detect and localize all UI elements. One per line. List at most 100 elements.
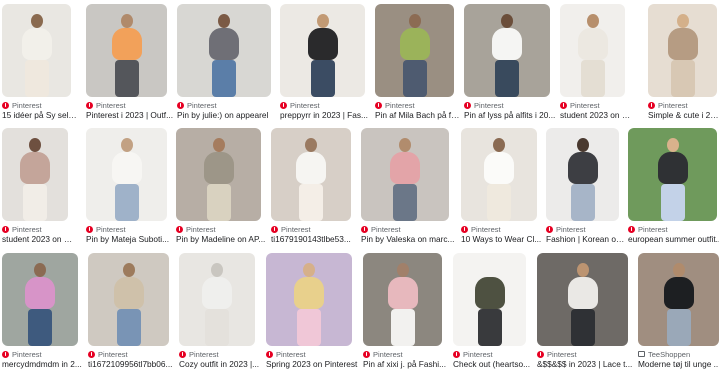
image-result-card[interactable]: Pinterest Pin by julie:) on appearel xyxy=(177,4,271,127)
person-bottom-shape xyxy=(495,60,519,97)
image-result-card[interactable]: Pinterest &$$&$$ in 2023 | Lace t... xyxy=(537,253,632,376)
result-title[interactable]: Fashion | Korean ou... xyxy=(546,234,625,245)
result-thumbnail[interactable] xyxy=(453,253,526,346)
result-thumbnail[interactable] xyxy=(363,253,442,346)
image-result-card[interactable]: Pinterest Pin by Madeline on AP... xyxy=(176,128,265,251)
image-result-card[interactable]: Pinterest Pin af Mila Bach på fit... xyxy=(375,4,460,127)
result-thumbnail[interactable] xyxy=(2,253,78,346)
result-thumbnail[interactable] xyxy=(86,128,167,221)
result-title[interactable]: student 2023 on Pi... xyxy=(560,110,631,121)
result-title[interactable]: Pin af lyss på alfits i 20... xyxy=(464,110,556,121)
person-bottom-shape xyxy=(666,309,691,346)
image-result-card[interactable]: Pinterest ti1672109956tl7bb06... xyxy=(88,253,172,376)
result-source: Pinterest xyxy=(86,224,126,234)
image-result-card[interactable]: Pinterest Cozy outfit in 2023 |... xyxy=(179,253,259,376)
result-source: Pinterest xyxy=(280,100,320,110)
image-result-card[interactable]: TeeShoppen Moderne tøj til unge ... xyxy=(638,253,719,376)
result-thumbnail[interactable] xyxy=(266,253,352,346)
result-title[interactable]: Simple & cute i 2023 xyxy=(648,110,719,121)
image-result-card[interactable]: Pinterest student 2023 on Pi... xyxy=(560,4,631,127)
source-name: Pinterest xyxy=(463,349,493,359)
person-head-shape xyxy=(218,14,230,28)
result-thumbnail[interactable] xyxy=(546,128,619,221)
result-title[interactable]: Cozy outfit in 2023 |... xyxy=(179,359,261,370)
result-thumbnail[interactable] xyxy=(2,128,68,221)
image-result-card[interactable]: Pinterest Pin af lyss på alfits i 20... xyxy=(464,4,555,127)
result-thumbnail[interactable] xyxy=(86,4,167,97)
result-title[interactable]: ti1679190143tlbe53... xyxy=(271,234,357,245)
person-top-shape xyxy=(577,28,608,60)
result-thumbnail[interactable] xyxy=(88,253,169,346)
image-result-card[interactable]: Pinterest european summer outfit... xyxy=(628,128,719,251)
result-title[interactable]: ti1672109956tl7bb06... xyxy=(88,359,175,370)
source-name: Pinterest xyxy=(371,224,401,234)
result-title[interactable]: 10 Ways to Wear Cl... xyxy=(461,234,543,245)
result-title[interactable]: european summer outfit... xyxy=(628,234,719,245)
pinterest-icon xyxy=(2,350,9,358)
result-title[interactable]: 15 idéer på Sy selv i... xyxy=(2,110,77,121)
image-result-card[interactable]: Pinterest mercydmdmdm in 2... xyxy=(2,253,82,376)
source-name: Pinterest xyxy=(276,349,306,359)
person-top-shape xyxy=(387,277,418,309)
pinterest-icon xyxy=(375,101,382,109)
source-name: Pinterest xyxy=(186,224,216,234)
image-result-card[interactable]: Pinterest preppyrr in 2023 | Fas... xyxy=(280,4,368,127)
result-title[interactable]: Pin by julie:) on appearel xyxy=(177,110,277,121)
result-title[interactable]: Check out (heartso... xyxy=(453,359,532,370)
result-thumbnail[interactable] xyxy=(176,128,261,221)
result-title[interactable]: Pin by Valeska on marc... xyxy=(361,234,455,245)
source-name: Pinterest xyxy=(385,100,415,110)
result-title[interactable]: mercydmdmdm in 2... xyxy=(2,359,84,370)
person-top-shape xyxy=(111,152,142,184)
result-title[interactable]: Pin af Mila Bach på fit... xyxy=(375,110,460,121)
result-thumbnail[interactable] xyxy=(628,128,717,221)
result-title[interactable]: preppyrr in 2023 | Fas... xyxy=(280,110,371,121)
image-result-card[interactable]: Pinterest Fashion | Korean ou... xyxy=(546,128,625,251)
result-thumbnail[interactable] xyxy=(375,4,454,97)
result-title[interactable]: Moderne tøj til unge ... xyxy=(638,359,719,370)
image-result-card[interactable]: Pinterest Simple & cute i 2023 xyxy=(648,4,719,127)
image-result-card[interactable]: Pinterest ti1679190143tlbe53... xyxy=(271,128,351,251)
result-thumbnail[interactable] xyxy=(461,128,537,221)
result-thumbnail[interactable] xyxy=(177,4,271,97)
result-thumbnail[interactable] xyxy=(2,4,71,97)
result-thumbnail[interactable] xyxy=(537,253,628,346)
result-thumbnail[interactable] xyxy=(361,128,449,221)
result-thumbnail[interactable] xyxy=(280,4,365,97)
result-thumbnail[interactable] xyxy=(271,128,351,221)
result-title[interactable]: Pin by Mateja Suboti... xyxy=(86,234,173,245)
result-thumbnail[interactable] xyxy=(638,253,719,346)
result-thumbnail[interactable] xyxy=(464,4,550,97)
person-head-shape xyxy=(29,138,41,152)
result-thumbnail[interactable] xyxy=(648,4,717,97)
person-bottom-shape xyxy=(28,309,52,346)
result-title[interactable]: Pin by Madeline on AP... xyxy=(176,234,267,245)
image-result-card[interactable]: Pinterest Check out (heartso... xyxy=(453,253,530,376)
result-source: Pinterest xyxy=(176,224,216,234)
result-source: TeeShoppen xyxy=(638,349,690,359)
result-title[interactable]: &$$&$$ in 2023 | Lace t... xyxy=(537,359,634,370)
image-result-card[interactable]: Pinterest Spring 2023 on Pinterest xyxy=(266,253,357,376)
person-top-shape xyxy=(474,277,505,309)
image-result-card[interactable]: Pinterest 10 Ways to Wear Cl... xyxy=(461,128,541,251)
result-source: Pinterest xyxy=(361,224,401,234)
person-head-shape xyxy=(305,138,317,152)
image-result-card[interactable]: Pinterest 15 idéer på Sy selv i... xyxy=(2,4,77,127)
result-title[interactable]: Pinterest i 2023 | Outf... xyxy=(86,110,173,121)
image-result-card[interactable]: Pinterest Pinterest i 2023 | Outf... xyxy=(86,4,173,127)
result-title[interactable]: Pin af xixi j. på Fashi... xyxy=(363,359,448,370)
result-title[interactable]: Spring 2023 on Pinterest xyxy=(266,359,358,370)
person-head-shape xyxy=(576,138,589,152)
result-thumbnail[interactable] xyxy=(179,253,255,346)
result-title[interactable]: student 2023 on Pi... xyxy=(2,234,74,245)
image-result-card[interactable]: Pinterest Pin by Valeska on marc... xyxy=(361,128,454,251)
pinterest-icon xyxy=(2,225,9,233)
image-result-card[interactable]: Pinterest Pin by Mateja Suboti... xyxy=(86,128,169,251)
result-thumbnail[interactable] xyxy=(560,4,625,97)
person-top-shape xyxy=(202,277,232,309)
result-source: Pinterest xyxy=(88,349,128,359)
person-top-shape xyxy=(294,277,324,309)
image-result-card[interactable]: Pinterest Pin af xixi j. på Fashi... xyxy=(363,253,446,376)
result-source: Pinterest xyxy=(266,349,306,359)
image-result-card[interactable]: Pinterest student 2023 on Pi... xyxy=(2,128,74,251)
